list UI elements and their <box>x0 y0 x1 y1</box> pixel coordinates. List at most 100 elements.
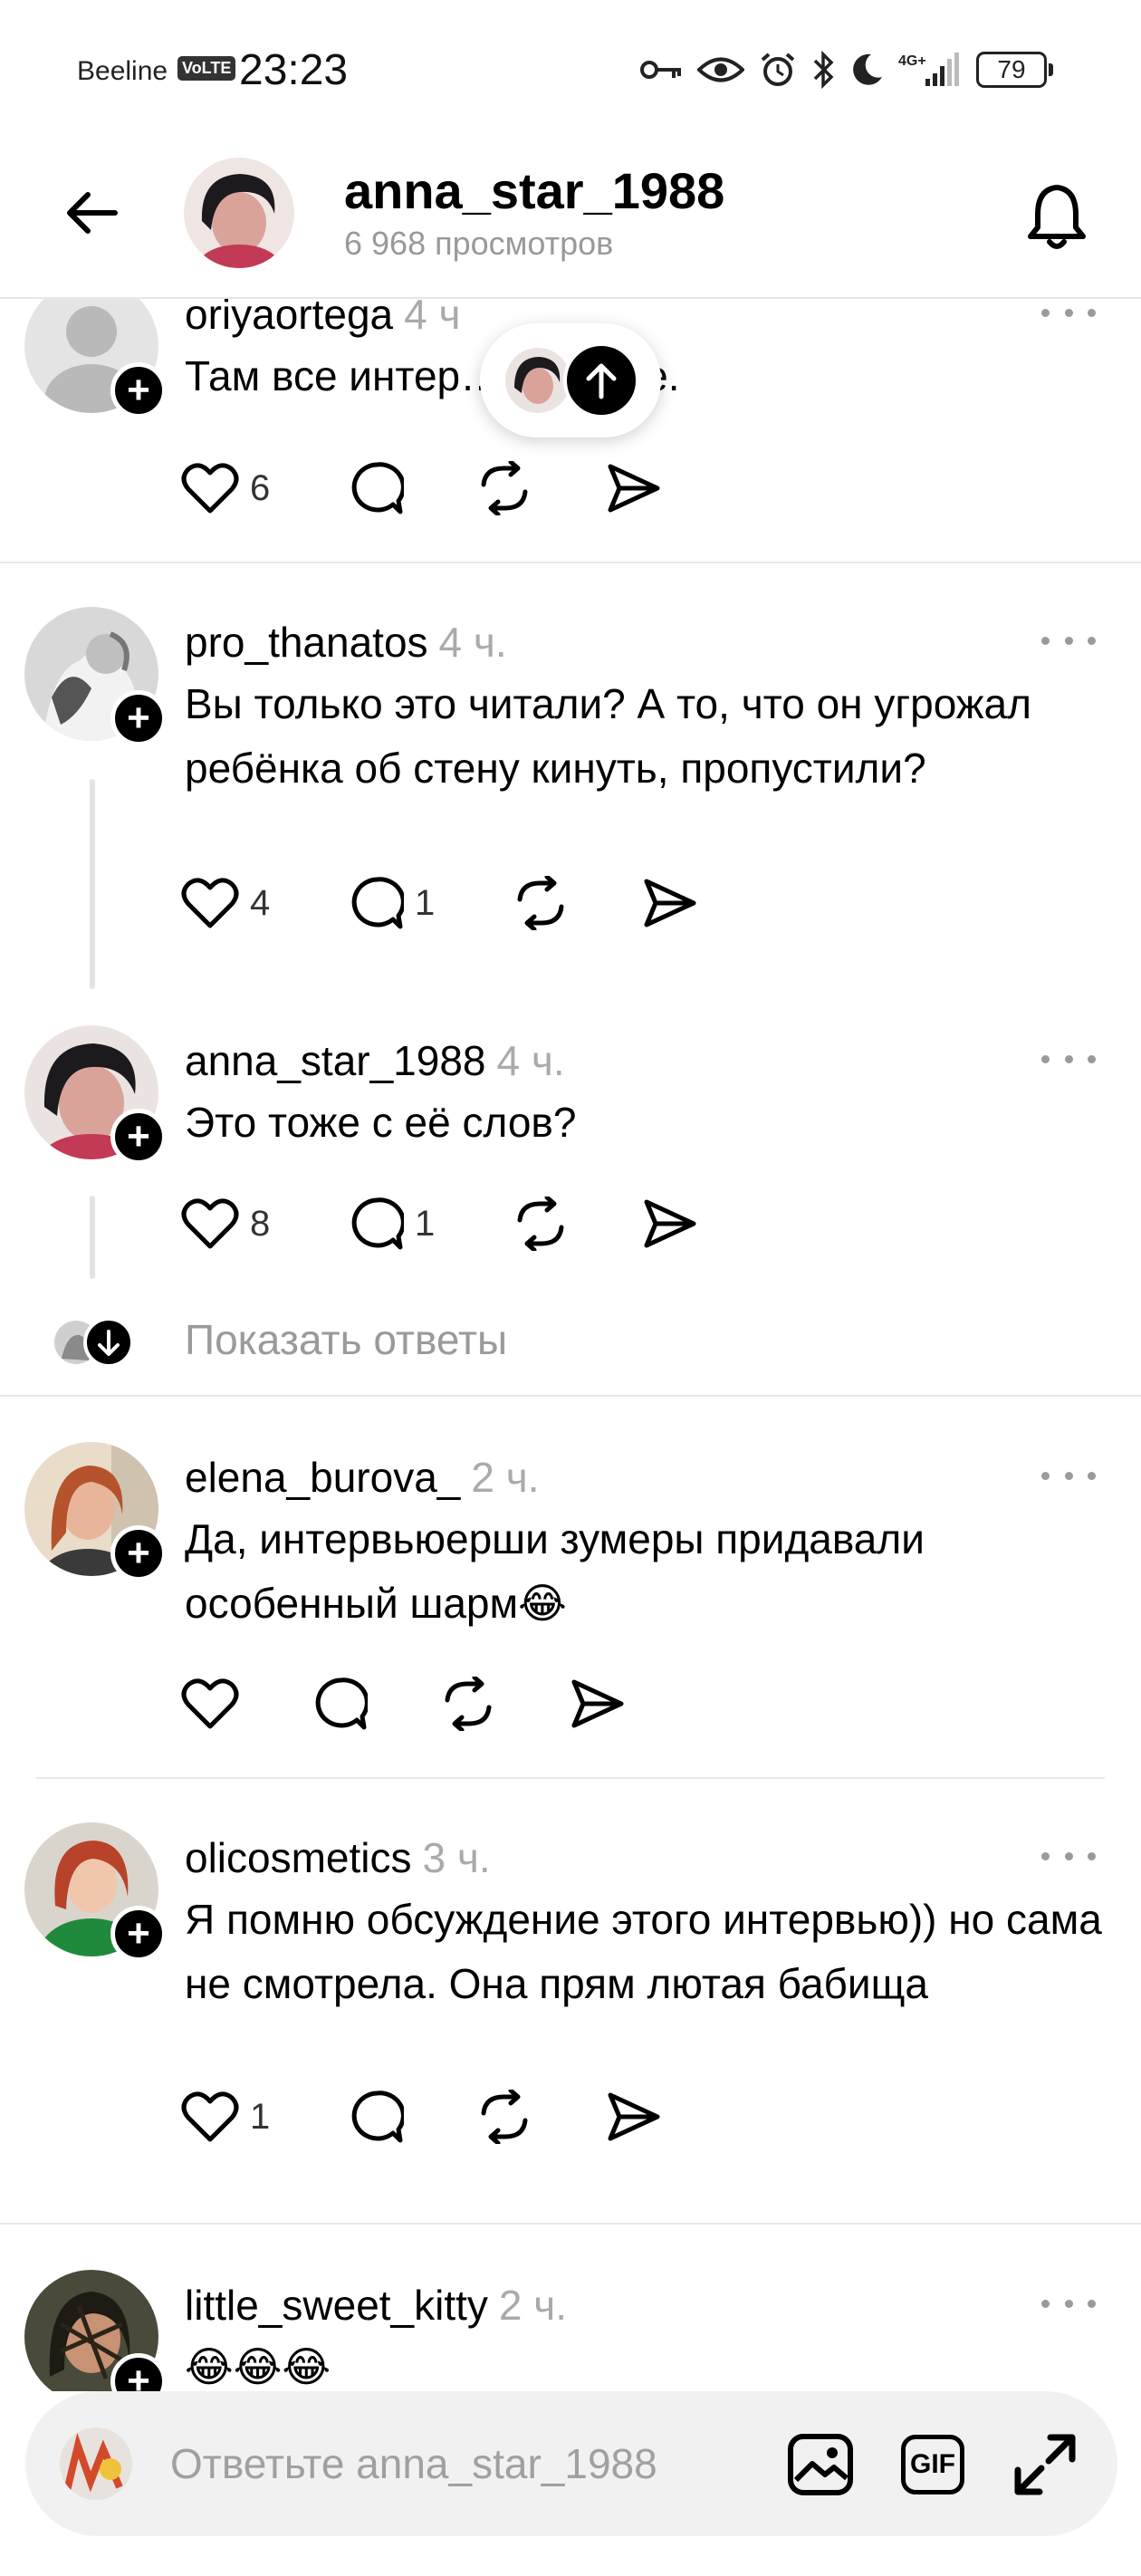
share-button[interactable] <box>643 1192 697 1255</box>
comment-bubble-icon <box>351 877 404 929</box>
more-options-button[interactable] <box>1041 1462 1096 1489</box>
thread-line <box>90 779 95 989</box>
volte-badge: VoLTE <box>177 56 236 81</box>
comment-author[interactable]: little_sweet_kitty 2 ч. <box>185 2281 567 2330</box>
my-avatar <box>60 2427 132 2500</box>
reply-count: 1 <box>415 1203 436 1244</box>
comment-author[interactable]: anna_star_1988 4 ч. <box>185 1036 565 1085</box>
follow-button[interactable]: + <box>110 362 167 418</box>
like-count: 4 <box>250 882 271 923</box>
reply-button[interactable] <box>350 457 404 520</box>
send-icon <box>608 464 660 513</box>
comment-actions: 4 1 <box>181 871 724 935</box>
comment-bubble-icon <box>351 1197 404 1250</box>
alarm-icon <box>761 53 795 86</box>
more-options-button[interactable] <box>1041 627 1096 654</box>
follow-button[interactable]: + <box>110 1525 167 1581</box>
follow-button[interactable]: + <box>110 1109 167 1165</box>
like-button[interactable] <box>181 1672 239 1735</box>
share-button[interactable] <box>607 457 661 520</box>
key-icon <box>640 61 681 79</box>
scroll-to-new-button[interactable] <box>480 323 661 437</box>
share-button[interactable] <box>570 1672 625 1735</box>
like-button[interactable]: 8 <box>181 1192 270 1255</box>
eye-icon <box>697 57 744 82</box>
gif-icon: GIF <box>901 2435 964 2494</box>
like-count: 8 <box>250 1203 271 1244</box>
header-title[interactable]: anna_star_1988 <box>344 161 724 220</box>
comment-author[interactable]: oriyaortega 4 ч <box>185 299 460 339</box>
more-options-button[interactable] <box>1041 2290 1096 2317</box>
divider <box>0 1395 1141 1397</box>
svg-text:4G+: 4G+ <box>898 53 926 69</box>
header-avatar[interactable] <box>184 158 294 268</box>
comment-item: + little_sweet_kitty 2 ч. 😂😂😂 <box>0 2270 1141 2391</box>
follow-button[interactable]: + <box>110 1906 167 1962</box>
expand-icon <box>1014 2434 1076 2495</box>
like-button[interactable]: 6 <box>181 457 270 520</box>
comment-bubble-icon <box>315 1677 368 1730</box>
repost-icon <box>517 876 564 930</box>
comment-actions: 8 1 <box>181 1192 724 1255</box>
repost-button[interactable] <box>476 457 532 520</box>
moon-icon <box>853 53 882 85</box>
notifications-button[interactable] <box>1020 179 1094 254</box>
like-button[interactable]: 1 <box>181 2085 270 2148</box>
more-options-button[interactable] <box>1041 1045 1096 1072</box>
reply-composer: GIF <box>25 2391 1117 2536</box>
thread-header: anna_star_1988 6 968 просмотров <box>0 136 1141 299</box>
expand-button[interactable] <box>1009 2431 1081 2498</box>
image-icon <box>788 2434 853 2495</box>
back-button[interactable] <box>60 181 123 245</box>
send-icon <box>644 1199 696 1248</box>
repost-icon <box>445 1677 492 1731</box>
like-button[interactable]: 4 <box>181 871 270 935</box>
reply-button[interactable]: 1 <box>350 871 435 935</box>
comment-text: Да, интервьюерши зумеры придавали особен… <box>185 1515 925 1627</box>
share-button[interactable] <box>607 2085 661 2148</box>
heart-icon <box>181 463 239 514</box>
more-options-button[interactable] <box>1041 1842 1096 1870</box>
send-icon <box>608 2092 660 2141</box>
gif-button[interactable]: GIF <box>896 2431 969 2498</box>
status-bar: Beeline VoLTE 23:23 4G+ 79 <box>0 0 1141 136</box>
comments-feed[interactable]: + oriyaortega 4 ч Там все интер… красное.… <box>0 299 1141 2391</box>
share-button[interactable] <box>643 871 697 935</box>
bluetooth-icon <box>813 51 834 89</box>
thread-line <box>90 1196 95 1279</box>
arrow-up-icon <box>563 342 639 418</box>
bell-icon <box>1028 185 1086 249</box>
repost-button[interactable] <box>440 1672 496 1735</box>
repost-button[interactable] <box>513 871 569 935</box>
reply-button[interactable]: 1 <box>350 1192 435 1255</box>
send-icon <box>571 1679 624 1728</box>
comment-item: + pro_thanatos 4 ч. Вы только это читали?… <box>0 607 1141 996</box>
repost-button[interactable] <box>476 2085 532 2148</box>
reply-count: 1 <box>415 882 436 923</box>
attach-image-button[interactable] <box>784 2431 857 2498</box>
comment-author[interactable]: olicosmetics 3 ч. <box>185 1833 491 1882</box>
like-count: 1 <box>250 2096 271 2137</box>
comment-actions: 6 <box>181 457 724 520</box>
divider <box>36 1777 1105 1779</box>
comment-actions: 1 <box>181 2085 724 2148</box>
follow-button[interactable]: + <box>110 690 167 746</box>
divider <box>0 2223 1141 2225</box>
reply-button[interactable] <box>350 2085 404 2148</box>
reply-input[interactable] <box>170 2426 750 2502</box>
arrow-left-icon <box>67 192 118 234</box>
battery-indicator: 79 <box>976 52 1053 88</box>
comment-author[interactable]: elena_burova_ 2 ч. <box>185 1453 539 1502</box>
comment-actions <box>181 1672 634 1735</box>
carrier-label: Beeline <box>77 56 168 86</box>
heart-icon <box>181 1198 239 1249</box>
reply-button[interactable] <box>313 1672 368 1735</box>
like-count: 6 <box>250 467 271 508</box>
more-options-button[interactable] <box>1041 299 1096 326</box>
repost-button[interactable] <box>513 1192 569 1255</box>
comment-item: + elena_burova_ 2 ч. Да, интервьюерши зум… <box>0 1442 1141 1804</box>
comment-item: + anna_star_1988 4 ч. Это тоже с её слов?… <box>0 1025 1141 1261</box>
comment-item: + olicosmetics 3 ч. Я помню обсуждение эт… <box>0 1822 1141 2203</box>
show-replies-button[interactable]: Показать ответы <box>185 1315 507 1364</box>
comment-author[interactable]: pro_thanatos 4 ч. <box>185 618 507 667</box>
